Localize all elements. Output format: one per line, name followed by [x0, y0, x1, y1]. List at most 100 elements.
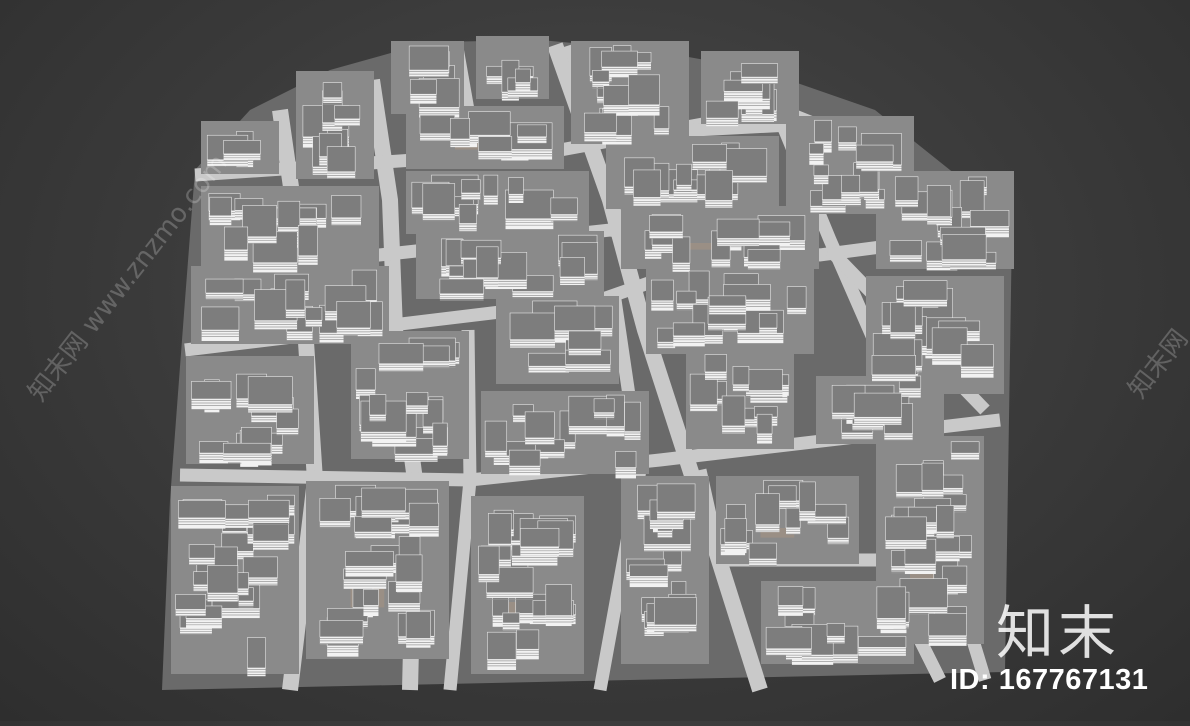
building	[277, 200, 301, 237]
building	[488, 513, 512, 551]
building	[745, 368, 783, 398]
building	[419, 114, 456, 141]
building	[747, 249, 781, 270]
building	[813, 164, 829, 185]
building	[740, 63, 778, 84]
building	[756, 413, 773, 444]
building	[928, 613, 967, 646]
building	[653, 597, 697, 632]
building	[705, 100, 739, 127]
building	[319, 620, 364, 645]
3d-viewport: 知末网 www.znzmo.com 知末网 知末 ID: 167767131	[0, 0, 1190, 721]
building	[201, 306, 240, 341]
building	[209, 196, 232, 226]
building	[408, 502, 440, 537]
building	[319, 498, 351, 529]
building	[629, 564, 669, 588]
building	[378, 343, 424, 372]
building	[331, 195, 362, 226]
building	[650, 279, 674, 311]
building	[876, 586, 907, 629]
building	[207, 565, 239, 602]
building	[528, 352, 570, 374]
building	[889, 240, 922, 263]
building	[516, 629, 540, 660]
building	[478, 136, 513, 160]
building	[704, 170, 733, 208]
building	[478, 545, 500, 583]
building	[439, 278, 484, 301]
building	[508, 449, 541, 476]
building	[483, 174, 499, 205]
building	[517, 124, 547, 144]
building	[188, 544, 216, 565]
building	[628, 74, 660, 116]
building	[369, 394, 387, 422]
building	[748, 542, 777, 566]
building	[890, 302, 916, 340]
building	[755, 493, 780, 533]
building	[461, 179, 481, 200]
building	[422, 183, 456, 222]
building	[615, 451, 637, 479]
building	[921, 462, 944, 498]
building	[926, 185, 951, 225]
building	[724, 518, 747, 554]
building	[247, 376, 293, 413]
building	[322, 82, 343, 105]
building	[326, 146, 356, 179]
building	[336, 301, 371, 336]
building	[285, 279, 306, 318]
building	[450, 118, 470, 148]
building	[345, 551, 394, 577]
building	[941, 234, 987, 267]
building	[838, 126, 857, 151]
building	[855, 144, 894, 169]
building	[853, 392, 902, 425]
building	[191, 381, 232, 410]
building	[305, 307, 323, 328]
building	[222, 442, 272, 463]
building	[224, 226, 249, 261]
building	[785, 507, 801, 535]
building	[593, 398, 615, 420]
building	[175, 594, 207, 617]
building	[786, 286, 807, 316]
building	[809, 143, 824, 165]
building	[363, 589, 379, 617]
building	[765, 626, 812, 656]
building	[633, 169, 661, 206]
brand-logo-text: 知末	[996, 599, 1121, 667]
building	[758, 313, 778, 336]
building	[432, 422, 448, 456]
building	[178, 500, 226, 529]
building	[408, 45, 449, 78]
building	[334, 105, 361, 126]
building	[871, 355, 916, 382]
building	[704, 354, 727, 380]
building	[502, 612, 520, 631]
building	[649, 215, 684, 239]
building	[568, 330, 602, 356]
building	[732, 366, 750, 392]
building	[354, 516, 392, 539]
building	[405, 611, 431, 648]
building	[515, 68, 531, 92]
building	[524, 411, 555, 445]
building	[777, 586, 804, 616]
building	[841, 174, 861, 201]
building	[559, 257, 585, 286]
building	[721, 395, 746, 434]
building	[297, 225, 318, 265]
building	[484, 420, 508, 459]
building	[936, 505, 955, 539]
building	[826, 623, 845, 644]
building	[756, 221, 791, 246]
building	[692, 144, 727, 170]
building	[509, 312, 556, 348]
building	[672, 236, 691, 272]
building	[656, 483, 696, 520]
building	[584, 112, 617, 142]
building	[672, 322, 706, 347]
building	[550, 197, 578, 222]
